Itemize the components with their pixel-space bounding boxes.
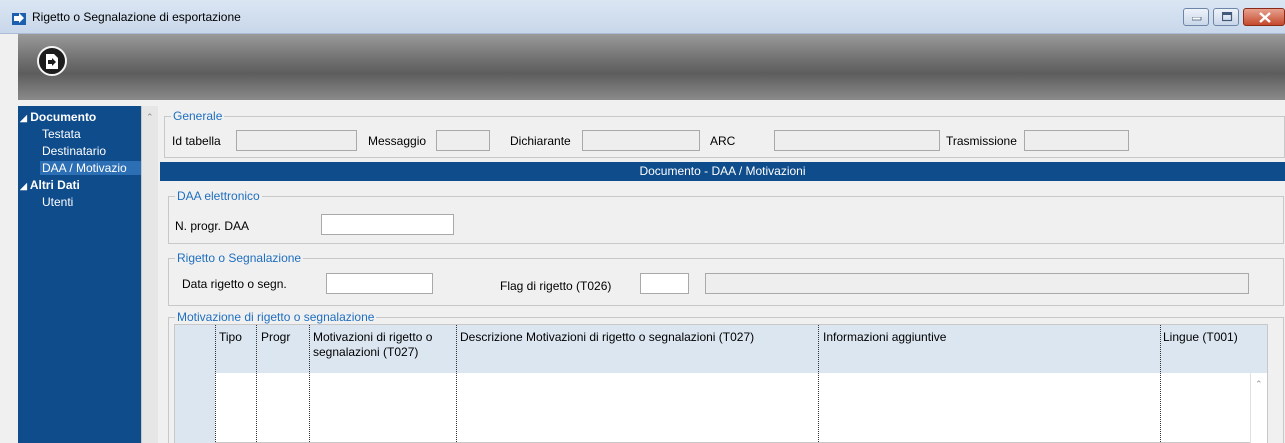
- n-progr-daa-label: N. progr. DAA: [175, 219, 250, 233]
- column-header-lingue[interactable]: Lingue (T001): [1163, 330, 1238, 345]
- column-divider[interactable]: [818, 325, 819, 443]
- trasmissione-field[interactable]: [1024, 130, 1129, 151]
- scroll-up-icon[interactable]: ⌃: [1255, 379, 1263, 390]
- tree-group-label: Documento: [30, 110, 97, 124]
- window-titlebar: Rigetto o Segnalazione di esportazione: [0, 0, 1285, 34]
- table-scrollbar[interactable]: ⌃: [1250, 373, 1267, 443]
- daa-legend: DAA elettronico: [175, 189, 262, 203]
- dichiarante-field[interactable]: [582, 130, 700, 151]
- row-header-column: [175, 373, 215, 443]
- column-header-informazioni[interactable]: Informazioni aggiuntive: [823, 330, 946, 345]
- minimize-icon: [1192, 17, 1202, 21]
- sidebar-scrollbar[interactable]: ⌃: [141, 106, 158, 443]
- flag-rigetto-input[interactable]: [640, 273, 689, 294]
- minimize-button[interactable]: [1183, 8, 1209, 26]
- flag-rigetto-description: [705, 273, 1249, 294]
- flag-rigetto-label: Flag di rigetto (T026): [500, 279, 612, 293]
- generale-legend: Generale: [171, 109, 225, 123]
- window-frame: [0, 34, 18, 443]
- section-header: Documento - DAA / Motivazioni: [160, 162, 1285, 181]
- arc-label: ARC: [710, 134, 736, 148]
- column-header-tipo[interactable]: Tipo: [219, 330, 242, 345]
- scroll-up-icon[interactable]: ⌃: [146, 112, 154, 123]
- app-icon: [12, 13, 26, 25]
- column-divider[interactable]: [256, 325, 257, 443]
- window-title: Rigetto o Segnalazione di esportazione: [32, 10, 241, 24]
- data-rigetto-label: Data rigetto o segn.: [182, 277, 287, 291]
- tree-group-altri-dati[interactable]: ◢ Altri Dati: [20, 178, 137, 192]
- tree-group-label: Altri Dati: [29, 178, 80, 192]
- id-tabella-field[interactable]: [236, 130, 357, 151]
- trasmissione-label: Trasmissione: [946, 134, 1017, 148]
- navigation-tree: ◢ Documento Testata Destinatario DAA / M…: [18, 106, 158, 443]
- collapse-triangle-icon: ◢: [20, 113, 27, 123]
- column-divider[interactable]: [456, 325, 457, 443]
- messaggio-field[interactable]: [436, 130, 490, 151]
- close-icon: [1259, 12, 1271, 23]
- column-header-motivazioni[interactable]: Motivazioni di rigetto o segnalazioni (T…: [313, 330, 453, 360]
- column-divider[interactable]: [309, 325, 310, 443]
- n-progr-daa-input[interactable]: [321, 214, 454, 235]
- dichiarante-label: Dichiarante: [510, 134, 571, 148]
- column-header-descrizione[interactable]: Descrizione Motivazioni di rigetto o seg…: [460, 330, 754, 345]
- data-rigetto-input[interactable]: [326, 273, 433, 294]
- maximize-button[interactable]: [1213, 8, 1239, 26]
- rigetto-legend: Rigetto o Segnalazione: [175, 251, 304, 265]
- motivazione-legend: Motivazione di rigetto o segnalazione: [175, 310, 377, 324]
- tree-group-documento[interactable]: ◢ Documento: [20, 110, 137, 124]
- column-header-progr[interactable]: Progr: [261, 330, 290, 345]
- close-button[interactable]: [1243, 8, 1285, 26]
- messaggio-label: Messaggio: [368, 134, 427, 148]
- export-button[interactable]: [37, 46, 67, 76]
- motivazioni-table[interactable]: Tipo Progr Motivazioni di rigetto o segn…: [174, 324, 1268, 443]
- export-icon: [46, 54, 58, 69]
- column-divider[interactable]: [215, 325, 216, 443]
- tree-item-daa-motivazioni[interactable]: DAA / Motivazio: [40, 161, 157, 175]
- collapse-triangle-icon: ◢: [20, 181, 27, 191]
- main-panel: Generale Id tabella Messaggio Dichiarant…: [158, 106, 1285, 443]
- id-tabella-label: Id tabella: [172, 134, 221, 148]
- toolbar: [18, 34, 1285, 100]
- arc-field[interactable]: [774, 130, 940, 151]
- maximize-icon: [1222, 12, 1233, 22]
- column-divider[interactable]: [1160, 325, 1161, 443]
